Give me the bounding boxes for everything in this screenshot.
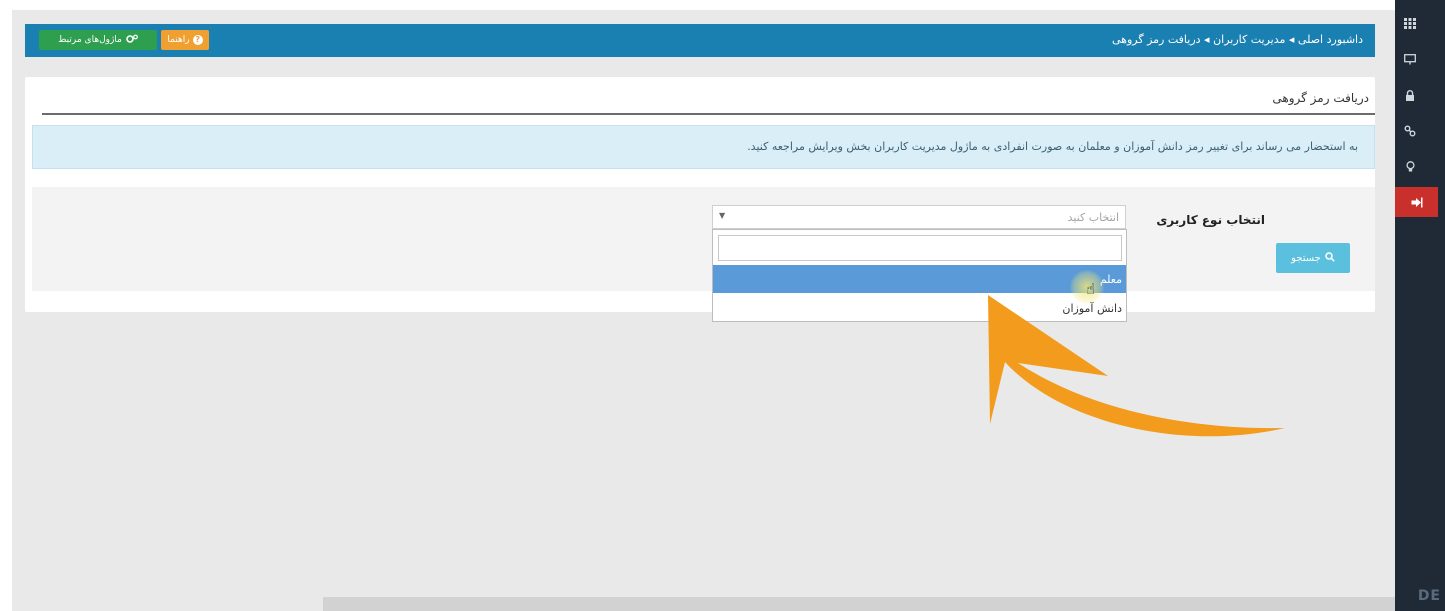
related-modules-button[interactable]: ماژول‌های مرتبط [39, 30, 157, 50]
top-band [0, 0, 1395, 10]
left-edge [0, 10, 12, 611]
right-sidebar [1395, 0, 1445, 611]
user-type-label: انتخاب نوع کاربری [1156, 213, 1265, 227]
dropdown-option-students[interactable]: دانش آموزان [713, 294, 1126, 322]
grid-icon[interactable] [1395, 6, 1425, 40]
user-type-select[interactable]: انتخاب کنید ▼ [712, 205, 1126, 229]
title-divider [42, 113, 1375, 115]
dropdown-option-teacher[interactable]: معلم [713, 265, 1126, 293]
info-alert-text: به استحضار می رساند برای تغییر رمز دانش … [747, 140, 1358, 153]
bottom-scrollbar[interactable] [323, 597, 1395, 611]
search-button-label: جستجو [1291, 252, 1321, 264]
logout-icon[interactable] [1395, 187, 1438, 217]
search-icon [1325, 251, 1335, 265]
hand-cursor-icon: ☝ [1086, 280, 1096, 298]
related-modules-label: ماژول‌های مرتبط [58, 35, 122, 45]
cogs-icon [126, 34, 138, 47]
main-panel: دریافت رمز گروهی به استحضار می رساند برا… [25, 77, 1375, 312]
select-placeholder: انتخاب کنید [1067, 211, 1119, 224]
monitor-icon[interactable] [1395, 42, 1425, 76]
bulb-icon[interactable] [1395, 150, 1425, 184]
lock-icon[interactable] [1395, 78, 1425, 112]
help-button-label: راهنما [167, 35, 190, 45]
breadcrumb[interactable]: داشبورد اصلی ◂ مدیریت کاربران ◂ دریافت ر… [1112, 33, 1363, 46]
page-title: دریافت رمز گروهی [1272, 91, 1369, 105]
dropdown-search-input[interactable] [718, 235, 1122, 261]
user-type-dropdown: معلم دانش آموزان [712, 229, 1127, 322]
caret-down-icon[interactable]: ▼ [719, 211, 725, 220]
search-button[interactable]: جستجو [1276, 243, 1350, 273]
filter-area: انتخاب نوع کاربری انتخاب کنید ▼ جستجو [32, 187, 1375, 291]
footer-logo: DE [1417, 588, 1441, 604]
help-button[interactable]: ? راهنما [161, 30, 209, 50]
help-icon: ? [192, 35, 203, 45]
link-icon[interactable] [1395, 114, 1425, 148]
info-alert: به استحضار می رساند برای تغییر رمز دانش … [32, 125, 1375, 169]
header-bar: داشبورد اصلی ◂ مدیریت کاربران ◂ دریافت ر… [25, 24, 1375, 57]
